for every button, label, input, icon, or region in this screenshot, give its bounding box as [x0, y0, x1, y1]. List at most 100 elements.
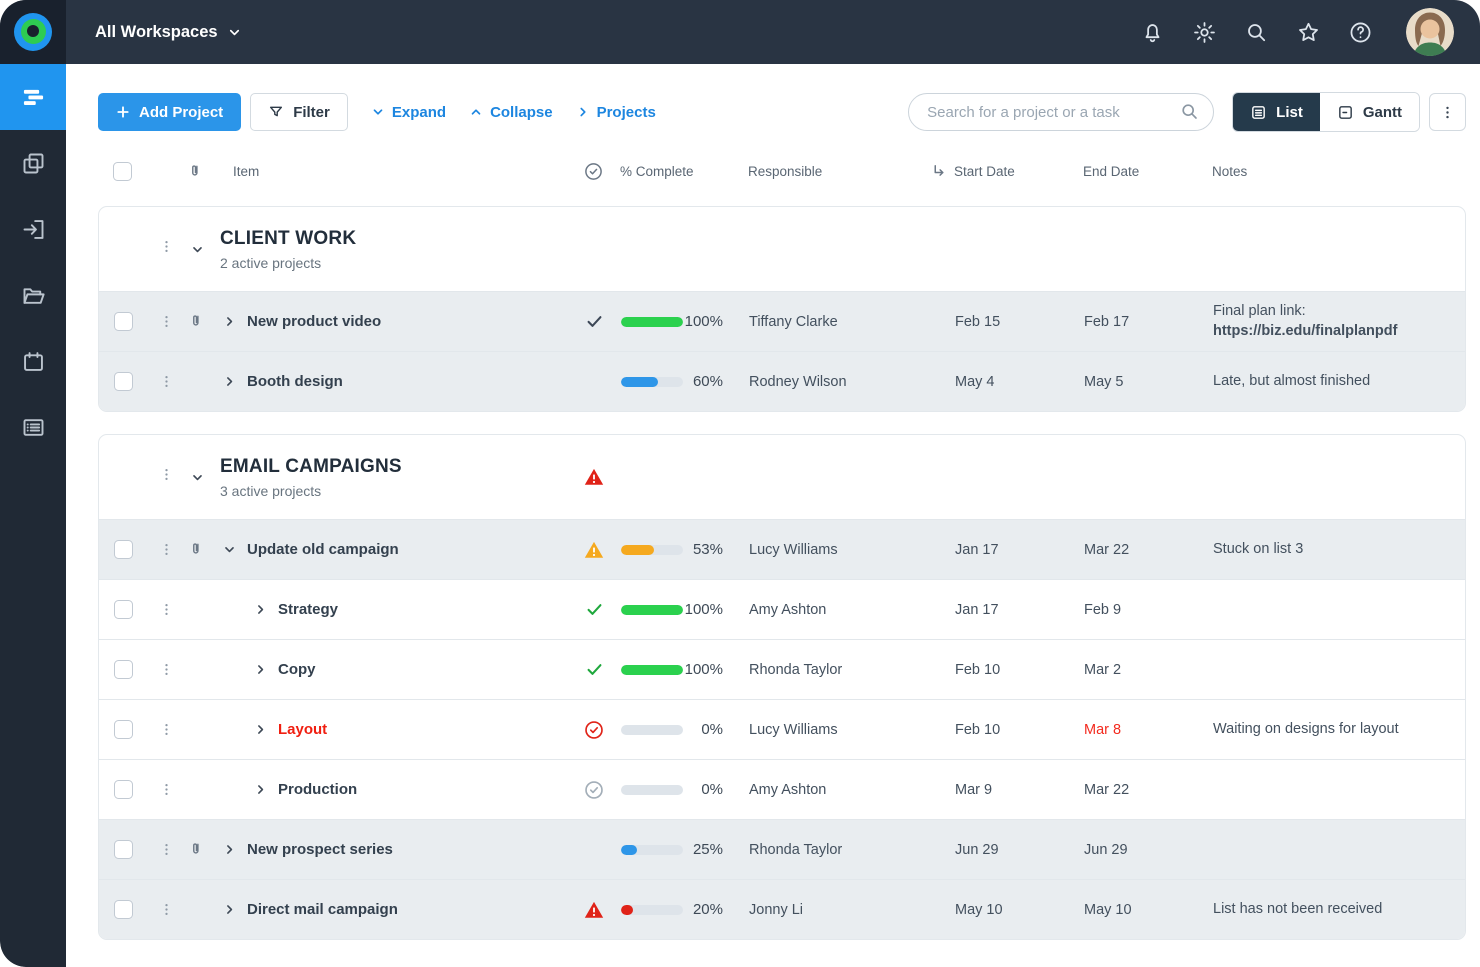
app-window: All Workspaces — [0, 0, 1480, 967]
kebab-icon[interactable] — [159, 662, 174, 677]
circle-check-red-icon — [583, 719, 605, 741]
item-name[interactable]: Copy — [278, 661, 316, 678]
expand-chevron-icon[interactable] — [254, 723, 267, 736]
kebab-icon[interactable] — [159, 782, 174, 797]
row-checkbox[interactable] — [114, 312, 133, 331]
filter-button[interactable]: Filter — [250, 93, 348, 131]
expand-link[interactable]: Expand — [371, 104, 446, 121]
table-row[interactable]: New prospect series 25% Rhonda Taylor Ju… — [99, 819, 1465, 879]
kebab-icon[interactable] — [159, 542, 174, 557]
table-row[interactable]: Copy 100% Rhonda Taylor Feb 10 Mar 2 — [99, 639, 1465, 699]
table-row[interactable]: Direct mail campaign 20% Jonny Li May 10… — [99, 879, 1465, 939]
list-view-button[interactable]: List — [1233, 93, 1320, 131]
column-responsible[interactable]: Responsible — [748, 164, 822, 179]
notifications-button[interactable] — [1140, 20, 1165, 45]
item-name[interactable]: Direct mail campaign — [247, 901, 398, 918]
table-row[interactable]: New product video 100% Tiffany Clarke Fe… — [99, 291, 1465, 351]
search-input[interactable] — [908, 93, 1214, 131]
row-checkbox[interactable] — [114, 780, 133, 799]
percent-complete: 100% — [683, 661, 723, 678]
row-checkbox[interactable] — [114, 900, 133, 919]
expand-chevron-icon[interactable] — [254, 663, 267, 676]
item-name[interactable]: Strategy — [278, 601, 338, 618]
search-button[interactable] — [1244, 20, 1269, 45]
start-date: Feb 10 — [955, 722, 1084, 738]
item-name[interactable]: Update old campaign — [247, 541, 399, 558]
expand-chevron-icon[interactable] — [254, 603, 267, 616]
column-complete[interactable]: % Complete — [610, 164, 722, 179]
projects-link[interactable]: Projects — [576, 104, 656, 121]
sidebar-item-requests[interactable] — [0, 196, 66, 262]
kebab-icon[interactable] — [159, 902, 174, 917]
table-row[interactable]: Update old campaign 53% Lucy Williams Ja… — [99, 519, 1465, 579]
filter-funnel-icon — [268, 104, 284, 120]
user-avatar[interactable] — [1406, 8, 1454, 56]
row-checkbox[interactable] — [114, 840, 133, 859]
add-project-button[interactable]: Add Project — [98, 93, 241, 131]
row-checkbox[interactable] — [114, 372, 133, 391]
filter-label: Filter — [293, 104, 330, 121]
table-row[interactable]: Booth design 60% Rodney Wilson May 4 May… — [99, 351, 1465, 411]
collapse-link[interactable]: Collapse — [469, 104, 553, 121]
favorites-button[interactable] — [1296, 20, 1321, 45]
row-checkbox[interactable] — [114, 720, 133, 739]
table-row[interactable]: Strategy 100% Amy Ashton Jan 17 Feb 9 — [99, 579, 1465, 639]
select-all-checkbox[interactable] — [113, 162, 132, 181]
end-date: Mar 2 — [1084, 662, 1213, 678]
item-name[interactable]: Production — [278, 781, 357, 798]
sidebar-item-boards[interactable] — [0, 130, 66, 196]
table-row[interactable]: Layout 0% Lucy Williams Feb 10 Mar 8 Wai… — [99, 699, 1465, 759]
expand-chevron-icon[interactable] — [223, 315, 236, 328]
column-end-date[interactable]: End Date — [1083, 164, 1212, 179]
expand-chevron-icon[interactable] — [223, 903, 236, 916]
item-name[interactable]: Booth design — [247, 373, 343, 390]
sidebar-item-calendar[interactable] — [0, 328, 66, 394]
kebab-icon[interactable] — [159, 374, 174, 389]
end-date: Jun 29 — [1084, 842, 1213, 858]
item-name[interactable]: New product video — [247, 313, 381, 330]
start-date: Jan 17 — [955, 542, 1084, 558]
notes-text: Waiting on designs for layout — [1213, 720, 1466, 740]
collapse-chevron-icon[interactable] — [191, 243, 204, 256]
sidebar-nav — [0, 64, 66, 967]
workspace-selector[interactable]: All Workspaces — [95, 23, 242, 42]
expand-chevron-icon[interactable] — [254, 783, 267, 796]
row-checkbox[interactable] — [114, 660, 133, 679]
help-button[interactable] — [1348, 20, 1373, 45]
sidebar-item-projects[interactable] — [0, 64, 66, 130]
settings-button[interactable] — [1192, 20, 1217, 45]
kebab-icon[interactable] — [159, 239, 174, 259]
row-checkbox[interactable] — [114, 600, 133, 619]
table-row[interactable]: Production 0% Amy Ashton Mar 9 Mar 22 — [99, 759, 1465, 819]
logo[interactable] — [0, 0, 66, 64]
workspace-label: All Workspaces — [95, 23, 218, 42]
sidebar-item-documents[interactable] — [0, 262, 66, 328]
column-start-date[interactable]: Start Date — [954, 164, 1083, 179]
kebab-icon[interactable] — [159, 722, 174, 737]
kebab-icon[interactable] — [159, 602, 174, 617]
sign-in-icon — [20, 216, 47, 243]
more-options-button[interactable] — [1429, 93, 1466, 131]
item-name[interactable]: Layout — [278, 721, 327, 738]
boards-icon — [20, 150, 47, 177]
kebab-icon[interactable] — [159, 314, 174, 329]
gantt-view-button[interactable]: Gantt — [1320, 93, 1419, 131]
expand-chevron-icon[interactable] — [223, 375, 236, 388]
section-card: CLIENT WORK 2 active projects New produc… — [98, 206, 1466, 412]
kebab-icon[interactable] — [159, 842, 174, 857]
responsible-name: Amy Ashton — [723, 602, 955, 618]
column-item[interactable]: Item — [212, 164, 576, 179]
start-date: May 10 — [955, 902, 1084, 918]
collapse-chevron-icon[interactable] — [223, 543, 236, 556]
row-checkbox[interactable] — [114, 540, 133, 559]
help-icon — [1348, 20, 1373, 45]
expand-chevron-icon[interactable] — [223, 843, 236, 856]
column-notes[interactable]: Notes — [1212, 164, 1466, 179]
sidebar-item-reports[interactable] — [0, 394, 66, 460]
main-content: Add Project Filter Expand Collapse Proje… — [66, 64, 1480, 967]
progress-bar — [621, 725, 683, 735]
kebab-icon[interactable] — [159, 467, 174, 487]
start-date: Jun 29 — [955, 842, 1084, 858]
item-name[interactable]: New prospect series — [247, 841, 393, 858]
collapse-chevron-icon[interactable] — [191, 471, 204, 484]
